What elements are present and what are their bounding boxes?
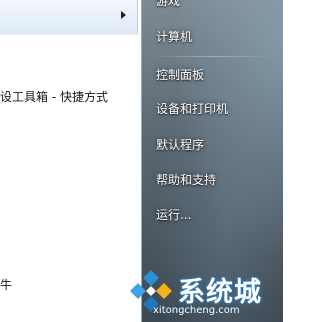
menu-item-default-programs[interactable]: 默认程序 <box>156 136 204 153</box>
arrow-right-icon <box>121 11 126 19</box>
menu-item-games[interactable]: 游戏 <box>156 0 180 9</box>
watermark-url: xitongcheng.com <box>153 305 240 316</box>
menu-item-help-support[interactable]: 帮助和支持 <box>156 171 216 188</box>
watermark: 系统城 xitongcheng.com <box>128 262 282 322</box>
divider <box>0 34 141 35</box>
menu-item-run[interactable]: 运行... <box>156 206 191 223</box>
menu-item-devices-printers[interactable]: 设备和打印机 <box>156 100 228 117</box>
program-item[interactable]: 牛 <box>0 276 12 293</box>
all-programs-button[interactable] <box>0 0 138 35</box>
menu-item-computer[interactable]: 计算机 <box>156 28 192 45</box>
separator <box>152 56 272 57</box>
start-menu-left-pane: 设工具箱 - 快捷方式 牛 <box>0 0 141 322</box>
menu-item-control-panel[interactable]: 控制面板 <box>156 66 204 83</box>
watermark-brand: 系统城 <box>178 277 262 308</box>
program-shortcut-item[interactable]: 设工具箱 - 快捷方式 <box>0 88 141 105</box>
